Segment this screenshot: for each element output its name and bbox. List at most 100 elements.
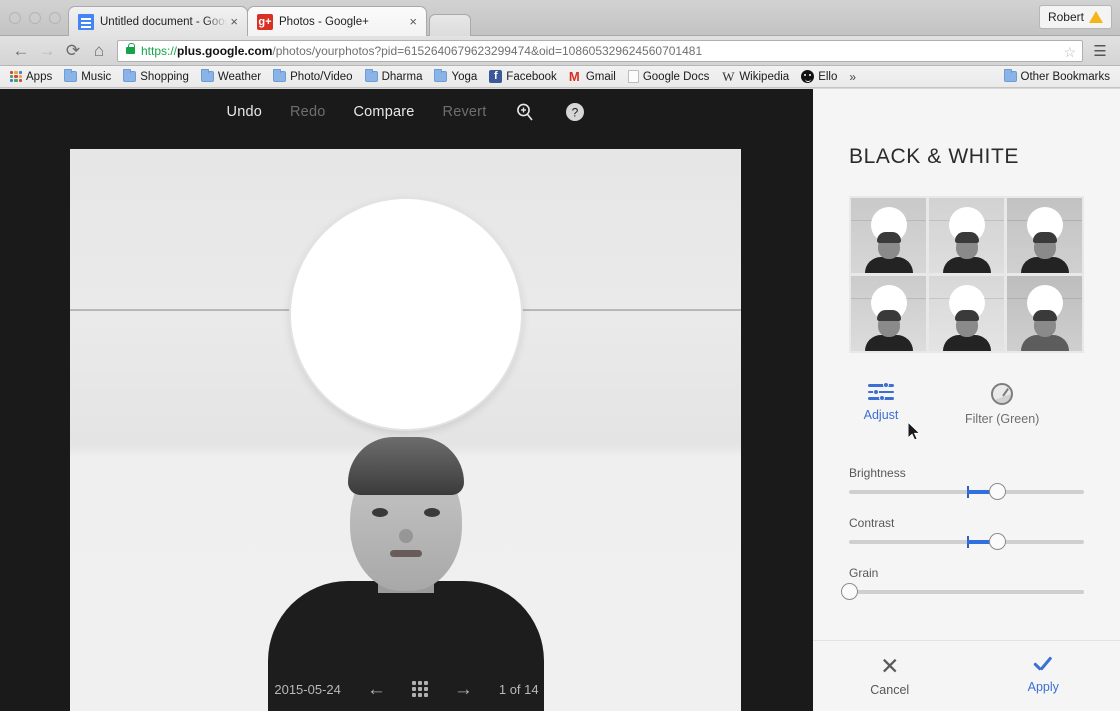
tab-adjust[interactable]: Adjust <box>849 382 913 422</box>
page-icon <box>627 70 639 83</box>
next-photo-icon[interactable]: → <box>454 680 473 699</box>
home-icon[interactable]: ⌂ <box>86 41 112 61</box>
folder-icon <box>1003 69 1017 82</box>
checkmark-icon <box>1031 659 1055 675</box>
bookmark-yoga[interactable]: Yoga <box>428 69 483 83</box>
folder-icon <box>64 69 78 82</box>
photo-image[interactable] <box>70 149 741 711</box>
reload-icon[interactable]: ⟳ <box>60 41 86 61</box>
bookmark-weather[interactable]: Weather <box>195 69 267 83</box>
preset-thumbnail-5[interactable] <box>929 276 1004 351</box>
url-path: /photos/yourphotos?pid=61526406796232994… <box>272 43 703 58</box>
bookmark-label: Google Docs <box>642 70 710 83</box>
tab-filter[interactable]: Filter (Green) <box>965 383 1039 426</box>
bookmark-label: Other Bookmarks <box>1020 70 1110 83</box>
browser-window: Untitled document - Goog × g+ Photos - G… <box>0 0 1120 711</box>
photo-date: 2015-05-24 <box>274 681 341 697</box>
bookmark-music[interactable]: Music <box>58 69 117 83</box>
apply-button[interactable]: Apply <box>967 659 1120 694</box>
tab-untitled-document[interactable]: Untitled document - Goog × <box>68 6 248 36</box>
tab-filter-label: Filter (Green) <box>965 412 1040 426</box>
tab-title: Photos - Google+ <box>279 15 369 28</box>
revert-button: Revert <box>442 104 487 120</box>
photo-white-disc <box>290 199 521 429</box>
zoom-in-icon[interactable] <box>514 101 536 123</box>
photo-viewer: Undo Redo Compare Revert ? 2015-05-24 ← … <box>0 89 813 711</box>
google-plus-icon: g+ <box>257 13 273 30</box>
preset-thumbnail-2[interactable] <box>929 198 1004 273</box>
bookmark-label: Apps <box>26 70 53 83</box>
adjustment-sliders: Brightness Contrast Grain <box>840 466 1084 600</box>
slider-contrast-track[interactable] <box>849 533 1084 550</box>
preset-thumbnail-4[interactable] <box>851 276 926 351</box>
preset-thumbnail-3[interactable] <box>1007 198 1082 273</box>
bookmark-star-icon[interactable]: ☆ <box>1063 44 1076 61</box>
address-bar[interactable]: https://plus.google.com/photos/yourphoto… <box>117 39 1083 62</box>
maximize-window-button[interactable] <box>49 12 61 24</box>
slider-contrast-thumb[interactable] <box>988 533 1006 550</box>
photo-navigation-bar: 2015-05-24 ← → 1 of 14 <box>0 667 813 711</box>
bookmark-shopping[interactable]: Shopping <box>117 69 195 83</box>
photo-counter: 1 of 14 <box>498 681 539 697</box>
forward-icon: → <box>38 40 56 60</box>
slider-grain-thumb[interactable] <box>840 583 858 600</box>
sliders-icon <box>868 382 894 401</box>
new-tab-button[interactable] <box>429 14 471 36</box>
bookmark-ello[interactable]: Ello <box>795 70 843 83</box>
minimize-window-button[interactable] <box>29 12 41 24</box>
slider-grain-label: Grain <box>849 566 879 580</box>
slider-contrast-label: Contrast <box>849 516 895 530</box>
slider-brightness-track[interactable] <box>849 483 1084 500</box>
bookmark-apps[interactable]: Apps <box>4 70 58 83</box>
slider-contrast[interactable]: Contrast <box>849 516 1084 550</box>
cancel-button[interactable]: ✕ Cancel <box>813 655 967 698</box>
slider-grain-track[interactable] <box>840 583 1084 600</box>
slider-brightness[interactable]: Brightness <box>849 466 1084 500</box>
tabs: Untitled document - Goog × g+ Photos - G… <box>68 6 471 36</box>
bookmarks-bar: Apps Music Shopping Weather Photo/Video … <box>0 66 1120 88</box>
cancel-label: Cancel <box>870 683 910 697</box>
wikipedia-icon: W <box>722 68 735 84</box>
svg-text:?: ? <box>572 106 579 120</box>
undo-button[interactable]: Undo <box>227 104 262 120</box>
slider-grain[interactable]: Grain <box>840 566 1084 600</box>
close-window-button[interactable] <box>9 12 21 24</box>
url-scheme: https:// <box>141 43 178 58</box>
hamburger-menu-icon[interactable]: ☰ <box>1088 42 1112 60</box>
close-icon[interactable]: × <box>406 15 420 28</box>
bookmark-label: Wikipedia <box>739 70 790 83</box>
edit-panel: BLACK & WHITE Adjust Filter (Green) Brig… <box>813 89 1120 711</box>
help-icon[interactable]: ? <box>564 101 586 123</box>
bookmark-other-bookmarks[interactable]: Other Bookmarks <box>998 69 1116 83</box>
bookmark-photo-video[interactable]: Photo/Video <box>267 69 358 83</box>
previous-photo-icon[interactable]: ← <box>367 680 386 699</box>
preset-thumbnail-grid <box>849 196 1084 353</box>
close-icon[interactable]: × <box>227 15 241 28</box>
bookmark-gmail[interactable]: M Gmail <box>563 70 622 83</box>
slider-brightness-thumb[interactable] <box>988 483 1006 500</box>
panel-title: BLACK & WHITE <box>849 145 1019 168</box>
bookmark-wikipedia[interactable]: W Wikipedia <box>715 69 795 85</box>
window-controls[interactable] <box>9 12 61 24</box>
lens-icon <box>991 383 1014 405</box>
google-docs-icon <box>78 13 94 30</box>
bookmark-facebook[interactable]: f Facebook <box>483 70 563 83</box>
bookmark-label: Shopping <box>140 70 189 83</box>
bookmark-label: Facebook <box>506 70 557 83</box>
panel-actions: ✕ Cancel Apply <box>813 640 1120 711</box>
bookmark-dharma[interactable]: Dharma <box>359 69 429 83</box>
apply-label: Apply <box>1027 679 1059 694</box>
secure-lock-icon <box>126 43 135 54</box>
compare-button[interactable]: Compare <box>353 104 414 120</box>
preset-thumbnail-1[interactable] <box>851 198 926 273</box>
tab-photos-google-plus[interactable]: g+ Photos - Google+ × <box>247 6 427 36</box>
editor-toolbar: Undo Redo Compare Revert ? <box>0 89 813 135</box>
back-icon[interactable]: ← <box>8 41 34 61</box>
bookmark-label: Dharma <box>381 70 423 83</box>
preset-thumbnail-6[interactable] <box>1007 276 1082 351</box>
bookmark-google-docs[interactable]: Google Docs <box>622 70 715 83</box>
grid-view-icon[interactable] <box>411 681 428 697</box>
bookmarks-overflow-icon[interactable]: » <box>843 70 862 84</box>
bookmark-label: Gmail <box>585 70 616 83</box>
profile-button[interactable]: Robert <box>1038 5 1112 29</box>
